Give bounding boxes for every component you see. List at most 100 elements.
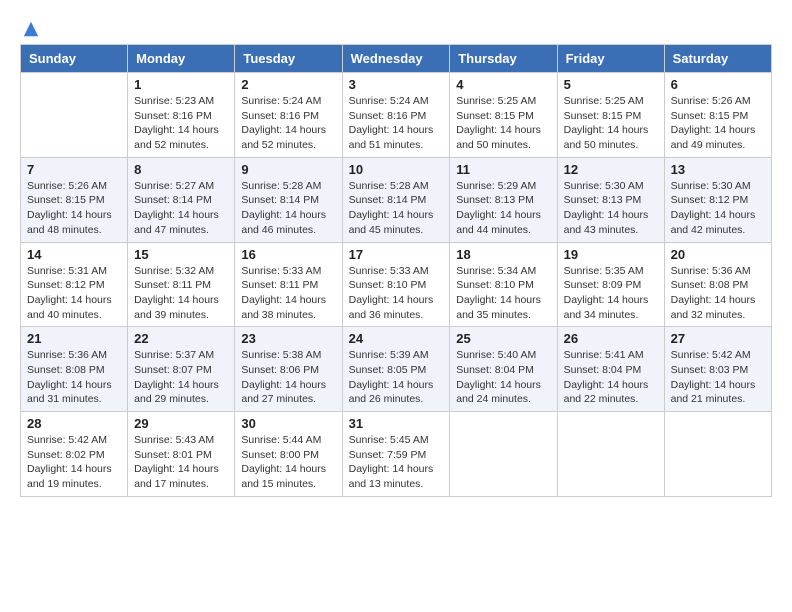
day-info: Sunrise: 5:28 AM Sunset: 8:14 PM Dayligh… [241, 179, 335, 238]
day-info: Sunrise: 5:25 AM Sunset: 8:15 PM Dayligh… [456, 94, 550, 153]
day-number: 31 [349, 416, 444, 431]
day-info: Sunrise: 5:27 AM Sunset: 8:14 PM Dayligh… [134, 179, 228, 238]
calendar-week-4: 21 Sunrise: 5:36 AM Sunset: 8:08 PM Dayli… [21, 327, 772, 412]
calendar-week-1: 1Sunrise: 5:23 AM Sunset: 8:16 PM Daylig… [21, 73, 772, 158]
calendar-cell: 14 Sunrise: 5:31 AM Sunset: 8:12 PM Dayli… [21, 242, 128, 327]
day-info: Sunrise: 5:43 AM Sunset: 8:01 PM Dayligh… [134, 433, 228, 492]
calendar-cell: 25 Sunrise: 5:40 AM Sunset: 8:04 PM Dayli… [450, 327, 557, 412]
calendar-cell: 29 Sunrise: 5:43 AM Sunset: 8:01 PM Dayli… [128, 412, 235, 497]
day-number: 30 [241, 416, 335, 431]
calendar-week-3: 14 Sunrise: 5:31 AM Sunset: 8:12 PM Dayli… [21, 242, 772, 327]
day-number: 3 [349, 77, 444, 92]
day-number: 25 [456, 331, 550, 346]
day-info: Sunrise: 5:40 AM Sunset: 8:04 PM Dayligh… [456, 348, 550, 407]
calendar-cell: 23 Sunrise: 5:38 AM Sunset: 8:06 PM Dayli… [235, 327, 342, 412]
day-number: 19 [564, 247, 658, 262]
day-number: 22 [134, 331, 228, 346]
day-number: 23 [241, 331, 335, 346]
calendar-cell: 6 Sunrise: 5:26 AM Sunset: 8:15 PM Daylig… [664, 73, 771, 158]
day-number: 7 [27, 162, 121, 177]
day-number: 29 [134, 416, 228, 431]
day-info: Sunrise: 5:36 AM Sunset: 8:08 PM Dayligh… [671, 264, 765, 323]
day-number: 20 [671, 247, 765, 262]
day-info: Sunrise: 5:36 AM Sunset: 8:08 PM Dayligh… [27, 348, 121, 407]
day-info: Sunrise: 5:38 AM Sunset: 8:06 PM Dayligh… [241, 348, 335, 407]
day-info: Sunrise: 5:33 AM Sunset: 8:11 PM Dayligh… [241, 264, 335, 323]
calendar-cell: 11Sunrise: 5:29 AM Sunset: 8:13 PM Dayli… [450, 157, 557, 242]
calendar-cell: 4 Sunrise: 5:25 AM Sunset: 8:15 PM Daylig… [450, 73, 557, 158]
day-info: Sunrise: 5:26 AM Sunset: 8:15 PM Dayligh… [27, 179, 121, 238]
day-info: Sunrise: 5:26 AM Sunset: 8:15 PM Dayligh… [671, 94, 765, 153]
day-info: Sunrise: 5:32 AM Sunset: 8:11 PM Dayligh… [134, 264, 228, 323]
calendar-cell: 2 Sunrise: 5:24 AM Sunset: 8:16 PM Daylig… [235, 73, 342, 158]
day-number: 6 [671, 77, 765, 92]
calendar-week-5: 28 Sunrise: 5:42 AM Sunset: 8:02 PM Dayli… [21, 412, 772, 497]
day-number: 18 [456, 247, 550, 262]
calendar-cell [557, 412, 664, 497]
calendar-cell: 20 Sunrise: 5:36 AM Sunset: 8:08 PM Dayli… [664, 242, 771, 327]
day-number: 21 [27, 331, 121, 346]
day-info: Sunrise: 5:35 AM Sunset: 8:09 PM Dayligh… [564, 264, 658, 323]
calendar-cell: 7 Sunrise: 5:26 AM Sunset: 8:15 PM Daylig… [21, 157, 128, 242]
calendar-cell: 13 Sunrise: 5:30 AM Sunset: 8:12 PM Dayli… [664, 157, 771, 242]
day-number: 4 [456, 77, 550, 92]
dow-header-monday: Monday [128, 45, 235, 73]
dow-header-thursday: Thursday [450, 45, 557, 73]
day-info: Sunrise: 5:30 AM Sunset: 8:13 PM Dayligh… [564, 179, 658, 238]
day-number: 17 [349, 247, 444, 262]
calendar-cell: 15 Sunrise: 5:32 AM Sunset: 8:11 PM Dayli… [128, 242, 235, 327]
day-info: Sunrise: 5:41 AM Sunset: 8:04 PM Dayligh… [564, 348, 658, 407]
day-info: Sunrise: 5:31 AM Sunset: 8:12 PM Dayligh… [27, 264, 121, 323]
dow-header-wednesday: Wednesday [342, 45, 450, 73]
page-header [20, 20, 772, 34]
day-info: Sunrise: 5:25 AM Sunset: 8:15 PM Dayligh… [564, 94, 658, 153]
calendar-cell [21, 73, 128, 158]
dow-header-friday: Friday [557, 45, 664, 73]
day-number: 24 [349, 331, 444, 346]
calendar-cell: 16 Sunrise: 5:33 AM Sunset: 8:11 PM Dayli… [235, 242, 342, 327]
logo-icon [22, 20, 40, 38]
day-number: 12 [564, 162, 658, 177]
day-info: Sunrise: 5:39 AM Sunset: 8:05 PM Dayligh… [349, 348, 444, 407]
day-info: Sunrise: 5:37 AM Sunset: 8:07 PM Dayligh… [134, 348, 228, 407]
calendar-cell: 30 Sunrise: 5:44 AM Sunset: 8:00 PM Dayli… [235, 412, 342, 497]
calendar-cell: 17 Sunrise: 5:33 AM Sunset: 8:10 PM Dayli… [342, 242, 450, 327]
day-info: Sunrise: 5:42 AM Sunset: 8:03 PM Dayligh… [671, 348, 765, 407]
day-info: Sunrise: 5:28 AM Sunset: 8:14 PM Dayligh… [349, 179, 444, 238]
day-number: 14 [27, 247, 121, 262]
calendar-cell: 22 Sunrise: 5:37 AM Sunset: 8:07 PM Dayli… [128, 327, 235, 412]
day-number: 15 [134, 247, 228, 262]
calendar-cell: 24 Sunrise: 5:39 AM Sunset: 8:05 PM Dayli… [342, 327, 450, 412]
calendar-cell: 10Sunrise: 5:28 AM Sunset: 8:14 PM Dayli… [342, 157, 450, 242]
days-of-week-row: SundayMondayTuesdayWednesdayThursdayFrid… [21, 45, 772, 73]
day-info: Sunrise: 5:30 AM Sunset: 8:12 PM Dayligh… [671, 179, 765, 238]
day-info: Sunrise: 5:44 AM Sunset: 8:00 PM Dayligh… [241, 433, 335, 492]
day-number: 16 [241, 247, 335, 262]
logo [20, 20, 40, 34]
day-info: Sunrise: 5:42 AM Sunset: 8:02 PM Dayligh… [27, 433, 121, 492]
day-info: Sunrise: 5:24 AM Sunset: 8:16 PM Dayligh… [241, 94, 335, 153]
day-number: 9 [241, 162, 335, 177]
calendar-cell: 1Sunrise: 5:23 AM Sunset: 8:16 PM Daylig… [128, 73, 235, 158]
day-number: 28 [27, 416, 121, 431]
dow-header-saturday: Saturday [664, 45, 771, 73]
day-info: Sunrise: 5:24 AM Sunset: 8:16 PM Dayligh… [349, 94, 444, 153]
calendar-cell [664, 412, 771, 497]
calendar-cell [450, 412, 557, 497]
calendar-cell: 19 Sunrise: 5:35 AM Sunset: 8:09 PM Dayli… [557, 242, 664, 327]
calendar-cell: 26 Sunrise: 5:41 AM Sunset: 8:04 PM Dayli… [557, 327, 664, 412]
calendar-week-2: 7 Sunrise: 5:26 AM Sunset: 8:15 PM Daylig… [21, 157, 772, 242]
calendar-cell: 9 Sunrise: 5:28 AM Sunset: 8:14 PM Daylig… [235, 157, 342, 242]
calendar-cell: 5 Sunrise: 5:25 AM Sunset: 8:15 PM Daylig… [557, 73, 664, 158]
day-number: 26 [564, 331, 658, 346]
day-number: 2 [241, 77, 335, 92]
day-number: 8 [134, 162, 228, 177]
day-number: 1 [134, 77, 228, 92]
day-info: Sunrise: 5:33 AM Sunset: 8:10 PM Dayligh… [349, 264, 444, 323]
day-number: 27 [671, 331, 765, 346]
day-info: Sunrise: 5:34 AM Sunset: 8:10 PM Dayligh… [456, 264, 550, 323]
day-number: 13 [671, 162, 765, 177]
day-info: Sunrise: 5:29 AM Sunset: 8:13 PM Dayligh… [456, 179, 550, 238]
day-number: 5 [564, 77, 658, 92]
dow-header-sunday: Sunday [21, 45, 128, 73]
